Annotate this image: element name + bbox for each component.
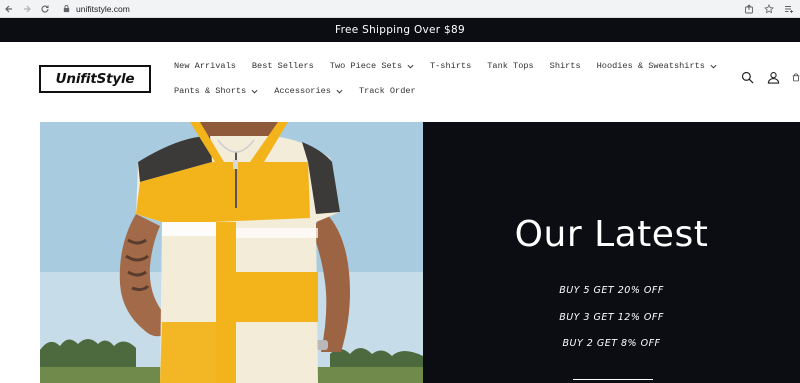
hero-promo-panel: Our Latest BUY 5 GET 20% OFF BUY 3 GET 1… xyxy=(423,122,800,383)
reload-icon[interactable] xyxy=(36,0,54,18)
nav-item-label: Track Order xyxy=(358,86,416,96)
chevron-down-icon xyxy=(251,89,258,94)
nav-item-pants-shorts[interactable]: Pants & Shorts xyxy=(174,86,258,96)
nav-item-label: T-shirts xyxy=(429,61,472,71)
offer-line: BUY 5 GET 20% OFF xyxy=(559,285,664,296)
nav-item-label: Pants & Shorts xyxy=(174,86,247,96)
search-icon[interactable] xyxy=(740,70,754,84)
address-bar[interactable]: unifitstyle.com xyxy=(76,4,130,14)
nav-item-label: Two Piece Sets xyxy=(329,61,402,71)
site-logo[interactable]: UnifitStyle xyxy=(39,65,151,93)
nav-item-track-order[interactable]: Track Order xyxy=(359,86,416,96)
browser-toolbar: unifitstyle.com xyxy=(0,0,800,18)
nav-item-label: Accessories xyxy=(274,86,331,96)
nav-item-t-shirts[interactable]: T-shirts xyxy=(430,61,471,71)
header-icons xyxy=(740,70,800,84)
chevron-down-icon xyxy=(407,64,414,69)
nav-item-hoodies-sweatshirts[interactable]: Hoodies & Sweatshirts xyxy=(597,61,717,71)
nav-item-label: Shirts xyxy=(549,61,581,71)
main-navigation: New Arrivals Best Sellers Two Piece Sets T-… xyxy=(174,58,717,108)
nav-item-label: Tank Tops xyxy=(487,61,534,71)
back-arrow-icon[interactable] xyxy=(0,0,18,18)
nav-row-1: New Arrivals Best Sellers Two Piece Sets T-… xyxy=(174,58,717,74)
site-header: UnifitStyle New Arrivals Best Sellers Two … xyxy=(0,42,800,122)
announcement-bar: Free Shipping Over $89 xyxy=(0,18,800,42)
lock-icon[interactable] xyxy=(62,4,72,14)
hero-product-image[interactable] xyxy=(40,122,423,383)
model-polo-illustration xyxy=(40,122,423,383)
nav-item-label: New Arrivals xyxy=(174,61,236,71)
reading-list-icon[interactable] xyxy=(782,2,796,16)
offer-line: BUY 2 GET 8% OFF xyxy=(562,338,661,349)
nav-item-tank-tops[interactable]: Tank Tops xyxy=(487,61,533,71)
logo-text: UnifitStyle xyxy=(55,71,135,87)
nav-item-accessories[interactable]: Accessories xyxy=(274,86,343,96)
nav-item-shirts[interactable]: Shirts xyxy=(550,61,581,71)
bookmark-star-icon[interactable] xyxy=(762,2,776,16)
nav-item-label: Hoodies & Sweatshirts xyxy=(596,61,705,71)
account-icon[interactable] xyxy=(766,70,780,84)
nav-item-two-piece-sets[interactable]: Two Piece Sets xyxy=(330,61,414,71)
forward-arrow-icon[interactable] xyxy=(18,0,36,18)
nav-item-best-sellers[interactable]: Best Sellers xyxy=(252,61,314,71)
nav-item-new-arrivals[interactable]: New Arrivals xyxy=(174,61,236,71)
nav-row-2: Pants & Shorts Accessories Track Order xyxy=(174,83,714,99)
offer-line: BUY 3 GET 12% OFF xyxy=(559,312,664,323)
nav-item-label: Best Sellers xyxy=(251,61,314,71)
chevron-down-icon xyxy=(336,89,343,94)
announcement-text: Free Shipping Over $89 xyxy=(335,24,465,36)
cart-icon[interactable] xyxy=(792,70,800,84)
hero-title: Our Latest xyxy=(514,214,709,255)
chevron-down-icon xyxy=(710,64,717,69)
share-icon[interactable] xyxy=(742,2,756,16)
shop-now-button[interactable] xyxy=(573,379,653,383)
